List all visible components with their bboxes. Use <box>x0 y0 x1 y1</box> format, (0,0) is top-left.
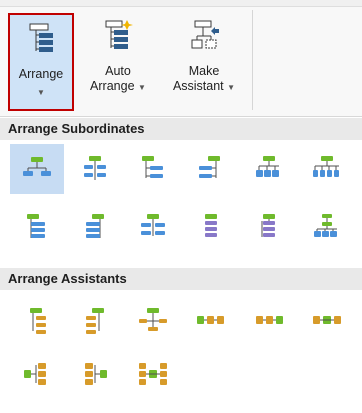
assistant-both-icon <box>139 308 167 331</box>
auto-arrange-label-2: Arrange ▼ <box>90 79 146 93</box>
section-header-assistants: Arrange Assistants <box>0 268 362 290</box>
gallery-item-subordinates-wide-horizontal[interactable] <box>300 144 354 194</box>
gallery-item-subordinates-stack-lines[interactable] <box>242 202 296 252</box>
assistant-stacked-both-icon <box>139 363 167 385</box>
subordinates-stack-lines-icon <box>261 214 275 237</box>
gallery-item-subordinates-both[interactable] <box>68 144 122 194</box>
gallery-item-subordinates-standard[interactable] <box>10 144 64 194</box>
assistant-horizontal-right-icon <box>256 316 283 324</box>
assistant-horizontal-left-icon <box>197 316 224 324</box>
gallery-item-assistant-horizontal-right[interactable] <box>242 296 296 346</box>
subordinates-standard-icon <box>23 157 51 176</box>
subordinates-right-hanging-icon <box>142 156 163 178</box>
section-header-subordinates: Arrange Subordinates <box>0 118 362 140</box>
subordinates-vertical-both-icon <box>141 214 165 236</box>
subordinates-horizontal-icon <box>256 156 279 177</box>
gallery-item-assistant-horizontal-both[interactable] <box>300 296 354 346</box>
gallery-item-subordinates-right-hanging[interactable] <box>126 144 180 194</box>
chevron-down-icon: ▼ <box>37 88 45 97</box>
gallery-item-assistant-stacked-both[interactable] <box>126 350 180 400</box>
gallery-item-assistant-both[interactable] <box>126 296 180 346</box>
subordinates-wide-horizontal-icon <box>313 156 339 177</box>
assistant-stacked-right-icon <box>85 363 107 385</box>
subordinates-vertical-right-icon <box>27 214 45 238</box>
make-assistant-label-1: Make <box>188 64 220 78</box>
gallery-item-assistant-horizontal-left[interactable] <box>184 296 238 346</box>
subordinates-stack-icon <box>205 214 217 237</box>
gallery-item-assistant-stacked-left[interactable] <box>10 350 64 400</box>
subordinates-vertical-left-icon <box>86 214 104 238</box>
chevron-down-icon: ▼ <box>138 83 146 92</box>
subordinates-left-hanging-icon <box>199 156 220 178</box>
gallery-item-subordinates-vertical-both[interactable] <box>126 202 180 252</box>
ribbon-top-border <box>0 0 362 7</box>
gallery-item-subordinates-grouped[interactable] <box>300 202 354 252</box>
arrange-icon <box>24 21 58 55</box>
assistant-left-icon <box>86 308 104 334</box>
ribbon: Arrange ▼ Auto Arrange ▼ Make Assistant … <box>0 0 362 117</box>
make-assistant-icon <box>187 18 221 52</box>
gallery-item-subordinates-horizontal[interactable] <box>242 144 296 194</box>
gallery-item-assistant-stacked-right[interactable] <box>68 350 122 400</box>
make-assistant-label-2: Assistant ▼ <box>172 79 236 93</box>
gallery-item-subordinates-vertical-right[interactable] <box>10 202 64 252</box>
gallery-item-assistant-right[interactable] <box>10 296 64 346</box>
assistant-horizontal-both-icon <box>313 316 341 324</box>
gallery-item-subordinates-vertical-left[interactable] <box>68 202 122 252</box>
chevron-down-icon: ▼ <box>227 83 236 92</box>
auto-arrange-button[interactable]: Auto Arrange ▼ <box>81 12 155 112</box>
auto-arrange-label-1: Auto <box>105 64 131 78</box>
subordinates-grouped-icon <box>314 214 337 237</box>
gallery-item-subordinates-stack[interactable] <box>184 202 238 252</box>
arrange-label: Arrange <box>18 67 64 81</box>
arrange-button[interactable]: Arrange ▼ <box>8 13 74 111</box>
gallery-item-subordinates-left-hanging[interactable] <box>184 144 238 194</box>
assistant-right-icon <box>30 308 46 334</box>
auto-arrange-icon <box>101 18 135 52</box>
subordinates-both-icon <box>84 156 106 180</box>
gallery-item-assistant-left[interactable] <box>68 296 122 346</box>
ribbon-group-separator <box>252 10 253 110</box>
make-assistant-button[interactable]: Make Assistant ▼ <box>158 12 250 112</box>
assistant-stacked-left-icon <box>24 363 46 385</box>
